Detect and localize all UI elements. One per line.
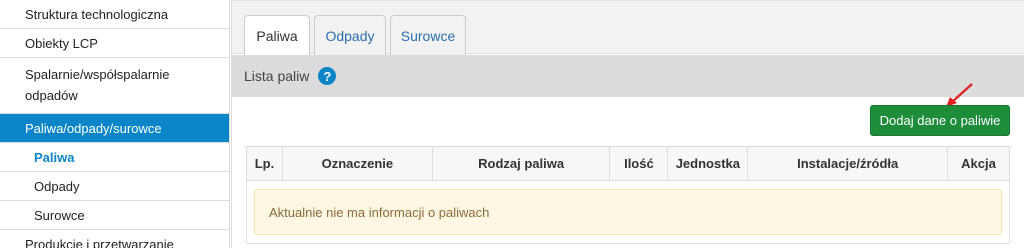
sidebar-item-paliwa-odpady-surowce[interactable]: Paliwa/odpady/surowce [0,114,229,143]
sidebar-subitem-paliwa[interactable]: Paliwa [0,143,229,172]
column-header-lp: Lp. [246,146,283,181]
tab-label: Surowce [400,27,456,44]
sidebar-subitem-surowce[interactable]: Surowce [0,201,229,230]
sidebar-subitem-label: Surowce [34,207,85,223]
sidebar-item-label: Struktura technologiczna [25,6,169,22]
sidebar-item-label: Spalarnie/współspalarnie odpadów [25,67,170,103]
sidebar-subitem-odpady[interactable]: Odpady [0,172,229,201]
empty-state-text: Aktualnie nie ma informacji o paliwach [269,204,490,220]
tab-label: Odpady [325,27,375,44]
main-panel: Paliwa Odpady Surowce Lista paliw ? Doda… [231,0,1024,248]
section-header: Lista paliw ? [232,55,1024,97]
tab-bar: Paliwa Odpady Surowce [232,0,1024,56]
table-header-row: Lp. Oznaczenie Rodzaj paliwa Ilość Jedno… [246,146,1010,181]
sidebar-item-spalarnie[interactable]: Spalarnie/współspalarnie odpadów [0,58,229,114]
add-fuel-data-label: Dodaj dane o paliwie [879,113,1001,128]
sidebar-item-produkcje[interactable]: Produkcje i przetwarzanie [0,230,229,248]
sidebar-item-label: Obiekty LCP [25,35,98,51]
column-header-ilosc: Ilość [609,146,669,181]
tab-surowce[interactable]: Surowce [390,15,466,55]
fuels-table: Lp. Oznaczenie Rodzaj paliwa Ilość Jedno… [246,146,1010,244]
sidebar-item-label: Paliwa/odpady/surowce [25,120,162,136]
tab-paliwa[interactable]: Paliwa [244,15,310,56]
help-icon[interactable]: ? [318,67,337,85]
column-header-oznaczenie: Oznaczenie [281,146,433,181]
empty-state-message: Aktualnie nie ma informacji o paliwach [254,189,1002,235]
tab-odpady[interactable]: Odpady [314,15,386,55]
add-fuel-data-button[interactable]: Dodaj dane o paliwie [870,105,1010,136]
tab-label: Paliwa [256,28,298,44]
section-title: Lista paliw [244,68,310,84]
sidebar-subitem-label: Paliwa [34,149,75,165]
table-empty-row: Aktualnie nie ma informacji o paliwach [246,180,1010,244]
column-header-rodzaj-paliwa: Rodzaj paliwa [431,146,611,181]
column-header-jednostka: Jednostka [667,146,749,181]
column-header-instalacje-zrodla: Instalacje/źródła [747,146,948,181]
column-header-akcja: Akcja [947,146,1010,181]
sidebar-item-struktura[interactable]: Struktura technologiczna [0,0,229,29]
sidebar-item-obiekty-lcp[interactable]: Obiekty LCP [0,29,229,58]
sidebar-subitem-label: Odpady [34,178,80,194]
sidebar: Struktura technologiczna Obiekty LCP Spa… [0,0,230,248]
sidebar-item-label: Produkcje i przetwarzanie [25,237,174,248]
